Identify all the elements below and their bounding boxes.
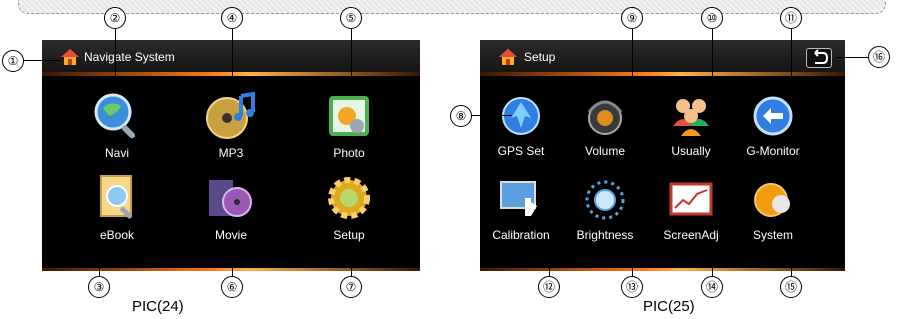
decorative-header-band: [18, 0, 886, 14]
figure-caption: PIC(25): [643, 298, 695, 315]
app-label: Photo: [333, 146, 365, 160]
magnifier-globe-icon: [94, 93, 136, 139]
callout-line: [351, 29, 352, 91]
touch-calibration-icon: [500, 181, 537, 216]
monitor-globe-icon: [753, 96, 793, 136]
back-arrow-icon: [814, 49, 829, 64]
callout-line: [232, 235, 233, 276]
callout-line: [115, 29, 116, 91]
brightness-sun-icon: [585, 180, 625, 220]
callout-11: ⑪: [780, 7, 802, 29]
callout-line: [632, 248, 633, 276]
screen-title: Navigate System: [84, 50, 175, 64]
app-label: Brightness: [576, 228, 634, 242]
gps-globe-icon: [502, 97, 540, 135]
callout-14: ⑭: [701, 276, 723, 298]
app-gps-set[interactable]: GPS Set: [480, 92, 566, 158]
callout-7: ⑦: [340, 276, 362, 298]
speaker-icon: [587, 100, 623, 135]
app-label: eBook: [99, 228, 135, 242]
home-icon[interactable]: [498, 48, 518, 66]
app-ebook[interactable]: eBook: [72, 172, 162, 242]
home-icon[interactable]: [60, 48, 80, 66]
app-label: System: [752, 228, 793, 242]
movie-reel-icon: [209, 180, 252, 217]
app-label: GPS Set: [497, 144, 545, 158]
screen-adjust-icon: [669, 182, 713, 216]
gear-icon: [328, 177, 370, 219]
callout-line: [232, 29, 233, 91]
app-usually[interactable]: Usually: [646, 92, 736, 158]
callout-9: ⑨: [621, 7, 643, 29]
callout-12: ⑫: [538, 276, 560, 298]
app-mp3[interactable]: MP3: [186, 90, 276, 160]
back-button[interactable]: [806, 48, 832, 68]
callout-line: [836, 57, 868, 58]
app-calibration[interactable]: Calibration: [480, 176, 566, 242]
app-volume[interactable]: Volume: [560, 92, 650, 158]
callout-line: [712, 248, 713, 276]
callout-4: ④: [221, 7, 243, 29]
app-label: Movie: [214, 228, 247, 242]
app-label: Volume: [584, 144, 626, 158]
photo-icon: [329, 96, 369, 136]
callout-3: ③: [88, 276, 110, 298]
callout-line: [351, 235, 352, 276]
callout-line: [99, 235, 100, 276]
app-photo[interactable]: Photo: [304, 90, 394, 160]
callout-line: [712, 29, 713, 89]
app-screenadj[interactable]: ScreenAdj: [646, 176, 736, 242]
callout-8: ⑧: [450, 105, 472, 127]
callout-line: [632, 29, 633, 89]
app-label: Setup: [333, 228, 365, 242]
app-label: Calibration: [492, 228, 550, 242]
users-icon: [673, 99, 709, 136]
callout-10: ⑩: [701, 7, 723, 29]
callout-15: ⑮: [780, 276, 802, 298]
callout-1: ①: [2, 50, 24, 72]
app-label: G-Monitor: [746, 144, 800, 158]
music-disc-icon: [206, 91, 255, 139]
callout-line: [549, 248, 550, 276]
callout-13: ⑬: [621, 276, 643, 298]
title-bar-glow: [42, 72, 420, 76]
ebook-icon: [100, 175, 133, 219]
app-g-monitor[interactable]: G-Monitor: [728, 92, 818, 158]
app-system[interactable]: System: [728, 176, 818, 242]
callout-line: [791, 29, 792, 89]
screen-title: Setup: [524, 50, 556, 64]
app-label: ScreenAdj: [663, 228, 719, 242]
callout-line: [24, 60, 60, 61]
callout-2: ②: [104, 7, 126, 29]
app-label: Navi: [104, 146, 129, 160]
app-navi[interactable]: Navi: [72, 90, 162, 160]
system-icon: [754, 183, 790, 217]
app-label: MP3: [218, 146, 244, 160]
app-brightness[interactable]: Brightness: [560, 176, 650, 242]
callout-line: [791, 248, 792, 276]
callout-5: ⑤: [340, 7, 362, 29]
callout-line: [472, 115, 512, 116]
callout-16: ⑯: [868, 46, 890, 68]
app-movie[interactable]: Movie: [186, 172, 276, 242]
app-label: Usually: [671, 144, 711, 158]
figure-caption: PIC(24): [132, 298, 184, 315]
app-setup[interactable]: Setup: [304, 172, 394, 242]
callout-6: ⑥: [221, 276, 243, 298]
